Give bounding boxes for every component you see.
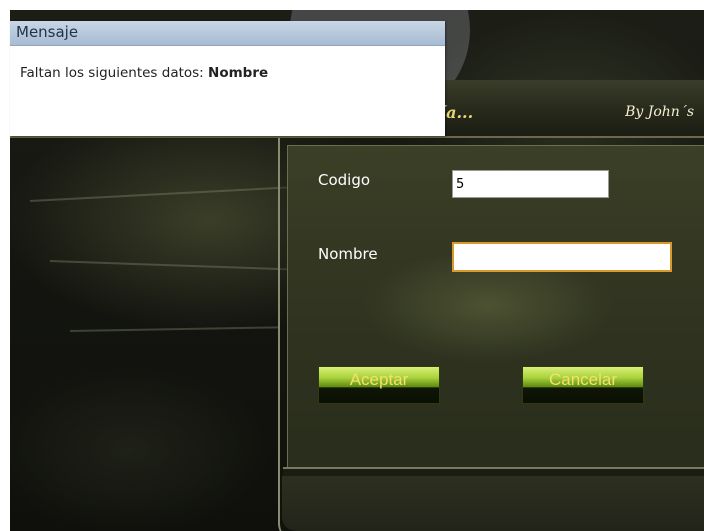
cancel-button[interactable]: Cancelar <box>522 366 644 404</box>
codigo-label: Codigo <box>318 171 371 189</box>
background-streak <box>29 186 290 202</box>
message-text: Faltan los siguientes datos: Nombre <box>20 65 268 81</box>
nombre-label: Nombre <box>318 245 378 263</box>
message-dialog-header: Mensaje <box>10 21 445 46</box>
lower-panel <box>282 476 704 531</box>
accept-button[interactable]: Aceptar <box>318 366 440 404</box>
message-dialog: Mensaje Faltan los siguientes datos: Nom… <box>10 21 445 136</box>
nombre-input[interactable] <box>452 242 672 272</box>
message-text-prefix: Faltan los siguientes datos: <box>20 65 209 81</box>
background-streak <box>49 260 290 271</box>
app-byline: By John´s <box>625 104 694 120</box>
message-dialog-title: Mensaje <box>16 23 79 41</box>
screen: ? ía... By John´s Codigo Nombre Aceptar … <box>0 0 704 531</box>
message-missing-field: Nombre <box>208 65 269 81</box>
codigo-input[interactable] <box>452 170 609 198</box>
background-streak <box>69 326 280 332</box>
